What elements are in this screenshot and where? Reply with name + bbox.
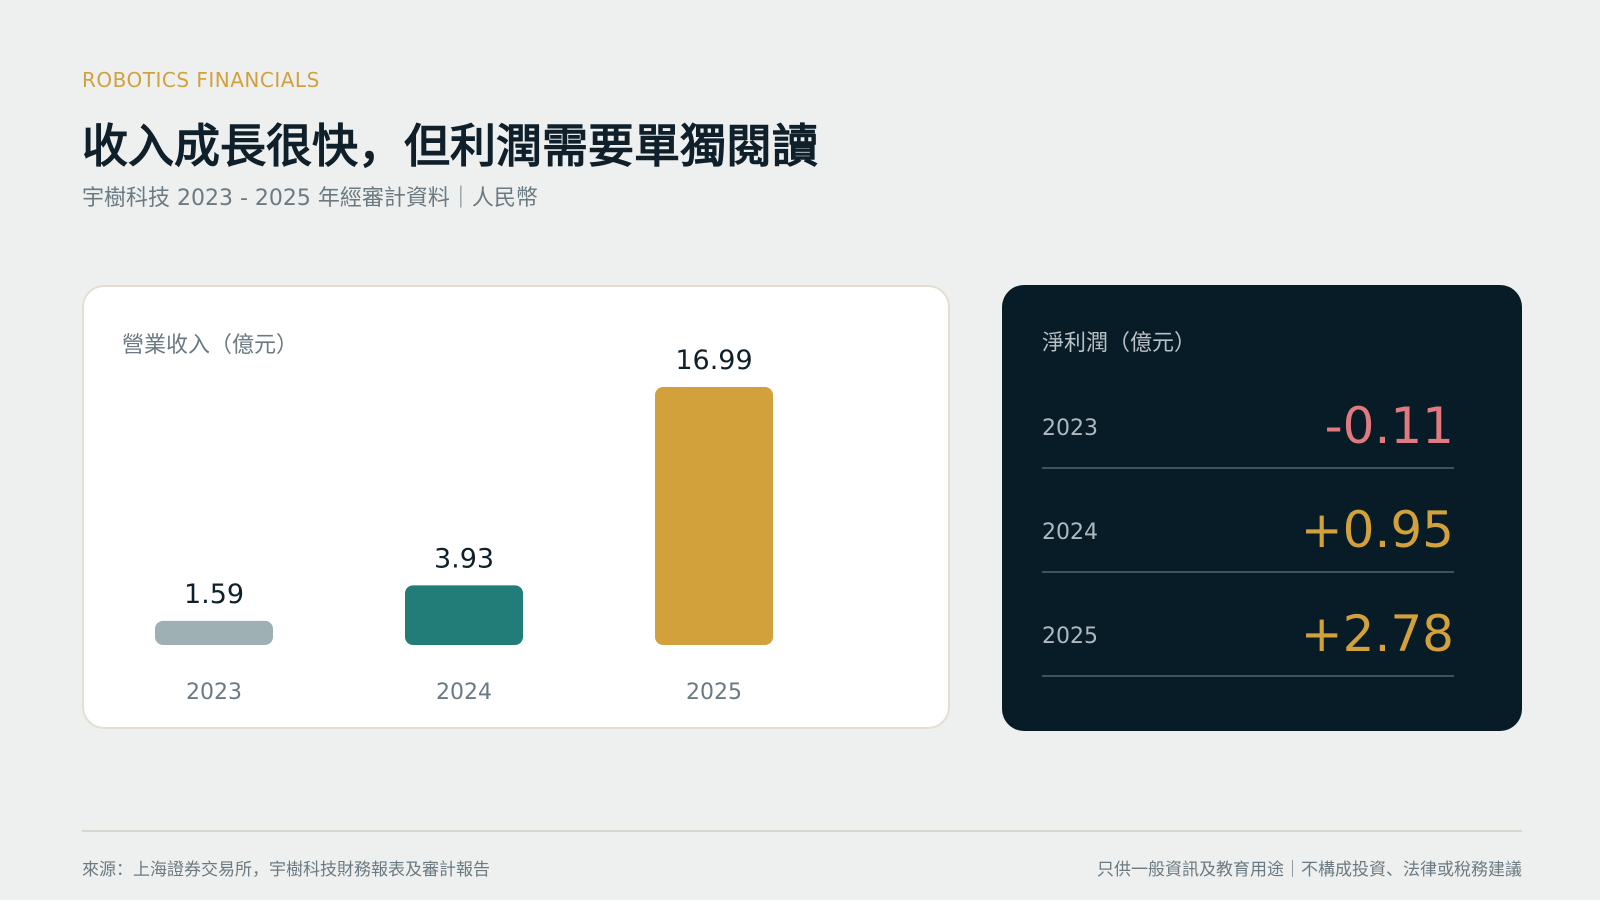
page-title: 收入成長很快，但利潤需要單獨閱讀 — [82, 119, 818, 173]
footer-divider — [82, 830, 1522, 832]
net-profit-row-2023: 2023 -0.11 — [1042, 365, 1454, 469]
revenue-value-label: 1.59 — [184, 579, 244, 610]
net-profit-year: 2023 — [1042, 416, 1098, 441]
net-profit-year: 2024 — [1042, 520, 1098, 545]
net-profit-value: +0.95 — [1300, 501, 1454, 559]
eyebrow-label: ROBOTICS FINANCIALS — [82, 68, 320, 92]
revenue-value-label: 3.93 — [434, 543, 494, 574]
net-profit-year: 2025 — [1042, 624, 1098, 649]
source-note: 來源：上海證券交易所，宇樹科技財務報表及審計報告 — [82, 860, 490, 880]
net-profit-card: 淨利潤（億元） 2023 -0.11 2024 +0.95 2025 +2.78 — [1002, 285, 1522, 731]
net-profit-value: -0.11 — [1324, 397, 1454, 455]
revenue-value-label: 16.99 — [675, 345, 752, 376]
revenue-category-label: 2024 — [436, 680, 492, 705]
net-profit-value: +2.78 — [1300, 605, 1454, 663]
revenue-bar-2025 — [655, 387, 773, 645]
net-profit-title: 淨利潤（億元） — [1042, 331, 1197, 356]
revenue-chart-card: 營業收入（億元） 1.59 2023 3.93 2024 16.99 2025 — [82, 285, 950, 729]
net-profit-row-2024: 2024 +0.95 — [1042, 469, 1454, 573]
revenue-category-label: 2025 — [686, 680, 742, 705]
revenue-bar-chart: 1.59 2023 3.93 2024 16.99 2025 — [155, 345, 773, 705]
revenue-category-label: 2023 — [186, 680, 242, 705]
disclaimer-note: 只供一般資訊及教育用途｜不構成投資、法律或稅務建議 — [1097, 860, 1522, 880]
page-subtitle: 宇樹科技 2023 - 2025 年經審計資料｜人民幣 — [82, 186, 538, 211]
revenue-bar-2024 — [405, 585, 523, 645]
revenue-bar-2023 — [155, 620, 273, 645]
net-profit-row-2025: 2025 +2.78 — [1042, 573, 1454, 677]
